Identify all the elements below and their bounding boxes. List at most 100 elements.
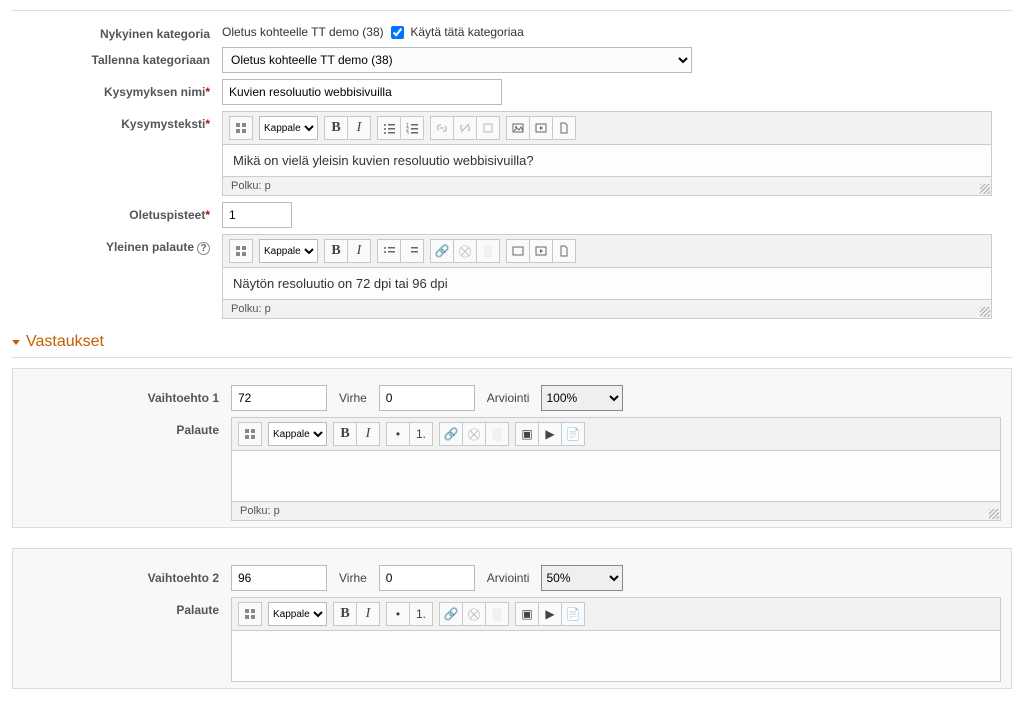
editor-path: Polku: p bbox=[223, 176, 991, 195]
feedback2-body[interactable] bbox=[232, 631, 1000, 681]
bold-icon[interactable]: B bbox=[333, 602, 357, 626]
use-category-checkbox[interactable] bbox=[391, 26, 404, 39]
file-icon[interactable] bbox=[552, 239, 576, 263]
number-list-icon[interactable]: 123 bbox=[400, 116, 424, 140]
bullet-list-icon[interactable] bbox=[377, 116, 401, 140]
editor-toolbar-2: Kappale BI 🔗⛒░ bbox=[223, 235, 991, 268]
help-icon[interactable]: ? bbox=[197, 242, 210, 255]
section-rule bbox=[12, 357, 1012, 358]
question-text-editor: Kappale B I 123 bbox=[222, 111, 992, 196]
number-list-icon[interactable]: 1. bbox=[409, 602, 433, 626]
svg-text:3: 3 bbox=[406, 131, 409, 134]
top-rule bbox=[12, 10, 1012, 11]
image-icon[interactable]: ▣ bbox=[515, 422, 539, 446]
media-icon[interactable]: ▶ bbox=[538, 422, 562, 446]
toolbar-expand-icon[interactable] bbox=[238, 422, 262, 446]
unlink-icon[interactable]: ⛒ bbox=[453, 239, 477, 263]
link-icon[interactable]: 🔗 bbox=[439, 422, 463, 446]
choice1-error-input[interactable] bbox=[379, 385, 475, 411]
link-icon[interactable]: 🔗 bbox=[430, 239, 454, 263]
choice1-grade-select[interactable]: 100% bbox=[541, 385, 623, 411]
row-default-points: Oletuspisteet* bbox=[12, 202, 1012, 228]
default-points-input[interactable] bbox=[222, 202, 292, 228]
file-icon[interactable]: 📄 bbox=[561, 422, 585, 446]
bullet-list-icon[interactable]: • bbox=[386, 422, 410, 446]
row-feedback2: Palaute Kappale BI •1. 🔗⛒░ ▣▶📄 bbox=[21, 597, 1003, 682]
bullet-list-icon[interactable]: • bbox=[386, 602, 410, 626]
toolbar-expand-icon[interactable] bbox=[229, 239, 253, 263]
media-icon[interactable] bbox=[529, 116, 553, 140]
anchor-icon[interactable] bbox=[476, 116, 500, 140]
anchor-icon[interactable]: ░ bbox=[485, 422, 509, 446]
label-feedback2: Palaute bbox=[21, 597, 231, 617]
bullet-list-icon[interactable] bbox=[377, 239, 401, 263]
use-category-label: Käytä tätä kategoriaa bbox=[410, 25, 523, 39]
italic-icon[interactable]: I bbox=[347, 116, 371, 140]
feedback2-field: Kappale BI •1. 🔗⛒░ ▣▶📄 bbox=[231, 597, 1003, 682]
toolbar-expand-icon[interactable] bbox=[238, 602, 262, 626]
choice2-fields: Virhe Arviointi 50% bbox=[231, 565, 1003, 591]
italic-icon[interactable]: I bbox=[356, 422, 380, 446]
bold-icon[interactable]: B bbox=[324, 116, 348, 140]
label-choice2: Vaihtoehto 2 bbox=[21, 565, 231, 585]
default-points-field bbox=[222, 202, 1012, 228]
unlink-icon[interactable] bbox=[453, 116, 477, 140]
general-feedback-field: Kappale BI 🔗⛒░ Näytön resoluutio on 72 d… bbox=[222, 234, 1012, 319]
anchor-icon[interactable]: ░ bbox=[476, 239, 500, 263]
current-category-field: Oletus kohteelle TT demo (38) Käytä tätä… bbox=[222, 21, 1012, 39]
choice1-value-input[interactable] bbox=[231, 385, 327, 411]
toolbar-expand-icon[interactable] bbox=[229, 116, 253, 140]
feedback1-editor: Kappale BI •1. 🔗⛒░ ▣▶📄 Polku: p bbox=[231, 417, 1001, 521]
save-category-field: Oletus kohteelle TT demo (38) bbox=[222, 47, 1012, 73]
unlink-icon[interactable]: ⛒ bbox=[462, 422, 486, 446]
number-list-icon[interactable]: 1. bbox=[409, 422, 433, 446]
label-feedback1: Palaute bbox=[21, 417, 231, 437]
label-question-name: Kysymyksen nimi* bbox=[12, 79, 222, 99]
feedback1-body[interactable] bbox=[232, 451, 1000, 501]
label-question-text: Kysymysteksti* bbox=[12, 111, 222, 131]
question-name-input[interactable] bbox=[222, 79, 502, 105]
toolbar-format-select[interactable]: Kappale bbox=[259, 116, 318, 140]
general-feedback-body[interactable]: Näytön resoluutio on 72 dpi tai 96 dpi bbox=[223, 268, 991, 299]
choice2-value-input[interactable] bbox=[231, 565, 327, 591]
unlink-icon[interactable]: ⛒ bbox=[462, 602, 486, 626]
save-category-select[interactable]: Oletus kohteelle TT demo (38) bbox=[222, 47, 692, 73]
choice2-error-input[interactable] bbox=[379, 565, 475, 591]
file-icon[interactable] bbox=[552, 116, 576, 140]
feedback2-editor: Kappale BI •1. 🔗⛒░ ▣▶📄 bbox=[231, 597, 1001, 682]
label-save-category: Tallenna kategoriaan bbox=[12, 47, 222, 67]
image-icon[interactable]: ▣ bbox=[515, 602, 539, 626]
question-name-field bbox=[222, 79, 1012, 105]
question-text-field: Kappale B I 123 bbox=[222, 111, 1012, 196]
label-default-points: Oletuspisteet* bbox=[12, 202, 222, 222]
label-current-category: Nykyinen kategoria bbox=[12, 21, 222, 41]
anchor-icon[interactable]: ░ bbox=[485, 602, 509, 626]
image-icon[interactable] bbox=[506, 239, 530, 263]
bold-icon[interactable]: B bbox=[333, 422, 357, 446]
choice1-fields: Virhe Arviointi 100% bbox=[231, 385, 1003, 411]
number-list-icon[interactable] bbox=[400, 239, 424, 263]
toolbar-format-select[interactable]: Kappale bbox=[259, 239, 318, 263]
feedback1-field: Kappale BI •1. 🔗⛒░ ▣▶📄 Polku: p bbox=[231, 417, 1003, 521]
toolbar-format-select[interactable]: Kappale bbox=[268, 602, 327, 626]
choice2-grade-select[interactable]: 50% bbox=[541, 565, 623, 591]
link-icon[interactable]: 🔗 bbox=[439, 602, 463, 626]
label-general-feedback: Yleinen palaute? bbox=[12, 234, 222, 255]
question-text-body[interactable]: Mikä on vielä yleisin kuvien resoluutio … bbox=[223, 145, 991, 176]
image-icon[interactable] bbox=[506, 116, 530, 140]
answer-box-2: Vaihtoehto 2 Virhe Arviointi 50% Palaute… bbox=[12, 548, 1012, 689]
italic-icon[interactable]: I bbox=[356, 602, 380, 626]
file-icon[interactable]: 📄 bbox=[561, 602, 585, 626]
section-answers-header[interactable]: Vastaukset bbox=[12, 333, 1012, 351]
media-icon[interactable] bbox=[529, 239, 553, 263]
toolbar-format-select[interactable]: Kappale bbox=[268, 422, 327, 446]
chevron-down-icon bbox=[12, 340, 20, 345]
row-current-category: Nykyinen kategoria Oletus kohteelle TT d… bbox=[12, 21, 1012, 41]
bold-icon[interactable]: B bbox=[324, 239, 348, 263]
editor-toolbar-4: Kappale BI •1. 🔗⛒░ ▣▶📄 bbox=[232, 598, 1000, 631]
label-error1: Virhe bbox=[335, 391, 371, 405]
editor-toolbar: Kappale B I 123 bbox=[223, 112, 991, 145]
media-icon[interactable]: ▶ bbox=[538, 602, 562, 626]
link-icon[interactable] bbox=[430, 116, 454, 140]
italic-icon[interactable]: I bbox=[347, 239, 371, 263]
